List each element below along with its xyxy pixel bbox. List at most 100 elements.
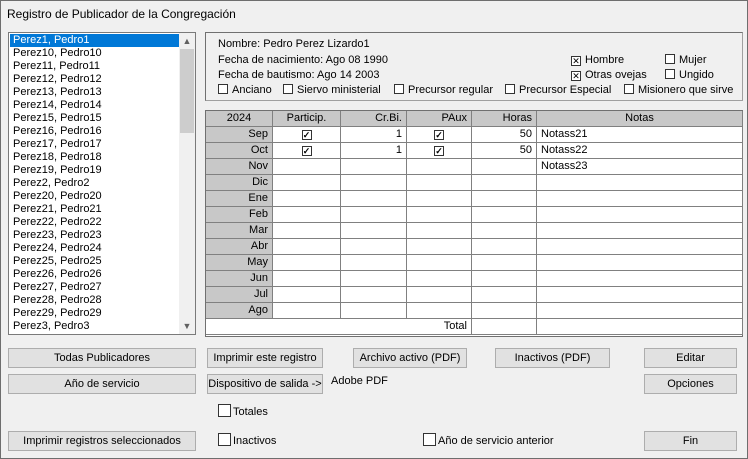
imprimir-registro-button[interactable]: Imprimir este registro: [207, 348, 323, 368]
table-cell[interactable]: [472, 223, 537, 239]
table-cell[interactable]: [341, 303, 407, 319]
list-item[interactable]: Perez22, Pedro22: [10, 216, 179, 229]
list-item[interactable]: Perez3, Pedro3: [10, 320, 179, 333]
table-cell[interactable]: Notass22: [537, 143, 743, 159]
table-cell[interactable]: [341, 239, 407, 255]
service-report-table[interactable]: 2024 Particip. Cr.Bi. PAux Horas Notas Sep ✓ 1 ✓ 5…: [205, 110, 743, 337]
checkbox-cell[interactable]: [273, 287, 341, 303]
table-cell[interactable]: [472, 255, 537, 271]
scrollbar[interactable]: ▲ ▼: [179, 33, 195, 334]
precursor-regular-checkbox[interactable]: Precursor regular: [394, 84, 493, 96]
table-cell[interactable]: [472, 239, 537, 255]
table-cell[interactable]: [537, 271, 743, 287]
checkbox-cell[interactable]: ✓: [273, 127, 341, 143]
fin-button[interactable]: Fin: [644, 431, 737, 451]
table-cell[interactable]: [537, 175, 743, 191]
list-item[interactable]: Perez16, Pedro16: [10, 125, 179, 138]
checkbox-cell[interactable]: [273, 255, 341, 271]
list-item[interactable]: Perez29, Pedro29: [10, 307, 179, 320]
table-cell[interactable]: [472, 191, 537, 207]
archivo-activo-button[interactable]: Archivo activo (PDF): [353, 348, 467, 368]
checkbox-cell[interactable]: [273, 207, 341, 223]
checkbox-cell[interactable]: [407, 159, 472, 175]
list-item[interactable]: Perez26, Pedro26: [10, 268, 179, 281]
checkbox-cell[interactable]: [273, 271, 341, 287]
list-item[interactable]: Perez15, Pedro15: [10, 112, 179, 125]
table-cell[interactable]: 1: [341, 143, 407, 159]
list-item[interactable]: Perez21, Pedro21: [10, 203, 179, 216]
dispositivo-salida-button[interactable]: Dispositivo de salida ->: [207, 374, 323, 394]
hombre-checkbox[interactable]: ✕ Hombre: [571, 54, 624, 66]
table-cell[interactable]: [537, 207, 743, 223]
table-cell[interactable]: 1: [341, 127, 407, 143]
list-item[interactable]: Perez12, Pedro12: [10, 73, 179, 86]
checkbox-cell[interactable]: [407, 303, 472, 319]
totales-checkbox[interactable]: Totales: [218, 404, 268, 418]
checkbox-cell[interactable]: [407, 207, 472, 223]
mujer-checkbox[interactable]: Mujer: [665, 54, 707, 66]
checkbox-cell[interactable]: [407, 223, 472, 239]
table-cell[interactable]: [537, 255, 743, 271]
table-cell[interactable]: [472, 287, 537, 303]
table-cell[interactable]: [537, 191, 743, 207]
table-cell[interactable]: [537, 223, 743, 239]
table-cell[interactable]: Notass21: [537, 127, 743, 143]
list-item[interactable]: Perez24, Pedro24: [10, 242, 179, 255]
checkbox-cell[interactable]: [273, 175, 341, 191]
table-cell[interactable]: [341, 159, 407, 175]
otras-ovejas-checkbox[interactable]: ✕ Otras ovejas: [571, 69, 647, 81]
checkbox-cell[interactable]: [407, 239, 472, 255]
list-item[interactable]: Perez19, Pedro19: [10, 164, 179, 177]
checkbox-cell[interactable]: [273, 159, 341, 175]
editar-button[interactable]: Editar: [644, 348, 737, 368]
table-cell[interactable]: [472, 207, 537, 223]
publisher-list[interactable]: Perez3, Pedro3 Perez29, Pedro29 Perez28, P…: [8, 32, 196, 335]
table-cell[interactable]: [537, 287, 743, 303]
checkbox-cell[interactable]: [407, 287, 472, 303]
list-item[interactable]: Perez25, Pedro25: [10, 255, 179, 268]
checkbox-cell[interactable]: ✓: [407, 143, 472, 159]
scroll-down-icon[interactable]: ▼: [179, 318, 195, 334]
table-cell[interactable]: [472, 303, 537, 319]
ungido-checkbox[interactable]: Ungido: [665, 69, 714, 81]
checkbox-cell[interactable]: [273, 303, 341, 319]
list-item[interactable]: Perez17, Pedro17: [10, 138, 179, 151]
opciones-button[interactable]: Opciones: [644, 374, 737, 394]
checkbox-cell[interactable]: [273, 191, 341, 207]
table-cell[interactable]: [341, 255, 407, 271]
misionero-checkbox[interactable]: Misionero que sirve: [624, 84, 733, 96]
ano-anterior-checkbox[interactable]: Año de servicio anterior: [423, 433, 554, 447]
table-cell[interactable]: [472, 159, 537, 175]
checkbox-cell[interactable]: ✓: [273, 143, 341, 159]
checkbox-cell[interactable]: [407, 255, 472, 271]
table-cell[interactable]: [341, 271, 407, 287]
table-cell[interactable]: [537, 303, 743, 319]
checkbox-cell[interactable]: [407, 175, 472, 191]
table-cell[interactable]: 50: [472, 127, 537, 143]
table-cell[interactable]: [341, 287, 407, 303]
list-item[interactable]: Perez18, Pedro18: [10, 151, 179, 164]
table-cell[interactable]: [341, 191, 407, 207]
inactivos-pdf-button[interactable]: Inactivos (PDF): [495, 348, 610, 368]
todas-publicadores-button[interactable]: Todas Publicadores: [8, 348, 196, 368]
checkbox-cell[interactable]: ✓: [407, 127, 472, 143]
checkbox-cell[interactable]: [273, 239, 341, 255]
ano-servicio-button[interactable]: Año de servicio: [8, 374, 196, 394]
list-item[interactable]: Perez2, Pedro2: [10, 177, 179, 190]
table-cell[interactable]: [472, 271, 537, 287]
imprimir-seleccionados-button[interactable]: Imprimir registros seleccionados: [8, 431, 196, 451]
table-cell[interactable]: [472, 175, 537, 191]
list-item[interactable]: Perez11, Pedro11: [10, 60, 179, 73]
checkbox-cell[interactable]: [407, 271, 472, 287]
table-cell[interactable]: [341, 207, 407, 223]
anciano-checkbox[interactable]: Anciano: [218, 84, 272, 96]
table-cell[interactable]: [341, 175, 407, 191]
precursor-especial-checkbox[interactable]: Precursor Especial: [505, 84, 611, 96]
table-cell[interactable]: [537, 239, 743, 255]
scroll-up-icon[interactable]: ▲: [179, 33, 195, 49]
list-item[interactable]: Perez13, Pedro13: [10, 86, 179, 99]
list-item[interactable]: Perez20, Pedro20: [10, 190, 179, 203]
table-cell[interactable]: 50: [472, 143, 537, 159]
table-cell[interactable]: Notass23: [537, 159, 743, 175]
table-cell[interactable]: [341, 223, 407, 239]
